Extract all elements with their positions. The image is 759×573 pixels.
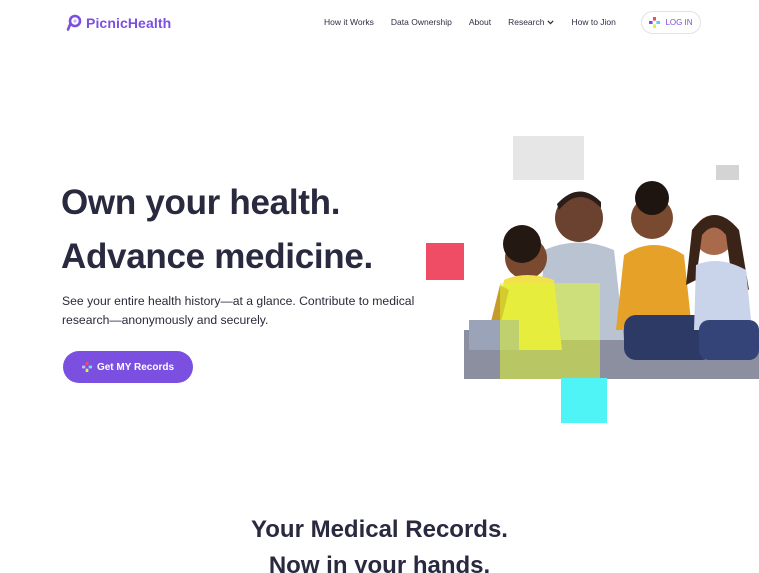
decorative-cyan-square: [561, 378, 607, 423]
picnichealth-logo-icon: [66, 14, 82, 31]
hero-subtitle: See your entire health history—at a glan…: [62, 294, 415, 327]
cta-label: Get MY Records: [96, 361, 175, 373]
decorative-yellow-overlay: [500, 283, 600, 379]
nav-about[interactable]: About: [469, 17, 491, 27]
login-button[interactable]: LOG IN: [641, 11, 701, 34]
login-label: LOG IN: [665, 18, 693, 27]
main-nav: How it Works Data Ownership About Resear…: [324, 17, 616, 27]
get-my-records-button[interactable]: Get MY Records: [63, 351, 193, 383]
landing-page: PicnicHealth How it Works Data Ownership…: [0, 0, 759, 573]
section-title-line1: Your Medical Records.: [251, 516, 508, 543]
section-title-line2: Now in your hands.: [268, 552, 491, 573]
logo-text: PicnicHealth: [86, 14, 172, 31]
hero-headline-line2: Advance medicine.: [61, 237, 373, 276]
chevron-down-icon: [547, 19, 555, 24]
nav-data-ownership[interactable]: Data Ownership: [391, 17, 452, 27]
multicolor-plus-icon: [81, 362, 92, 372]
hero-headline-line1: Own your health.: [61, 183, 341, 222]
nav-research-dropdown[interactable]: Research: [508, 17, 555, 27]
nav-how-it-works[interactable]: How it Works: [324, 17, 374, 27]
nav-research-label: Research: [508, 17, 545, 27]
nav-how-to-join[interactable]: How to Jion: [571, 17, 615, 27]
logo[interactable]: PicnicHealth: [66, 14, 171, 31]
multicolor-plus-icon: [649, 17, 661, 28]
decorative-red-square: [426, 243, 465, 280]
